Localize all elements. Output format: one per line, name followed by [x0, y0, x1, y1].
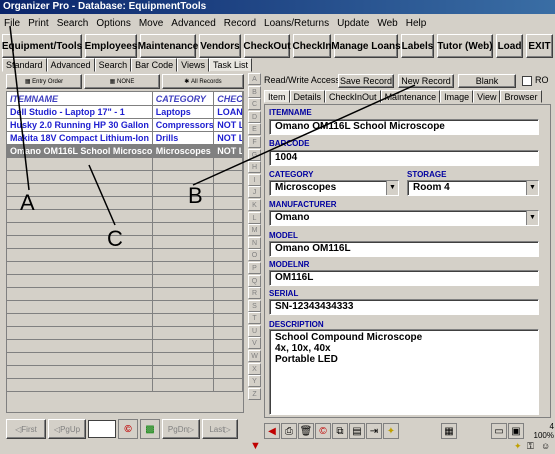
- callout-line-a: [9, 25, 30, 191]
- callout-a: A: [20, 190, 35, 215]
- callout-overlay: [9, 25, 416, 226]
- callout-b: B: [188, 183, 203, 208]
- callout-line-b: [192, 84, 416, 186]
- callout-c: C: [107, 226, 123, 251]
- callout-line-c: [88, 164, 116, 226]
